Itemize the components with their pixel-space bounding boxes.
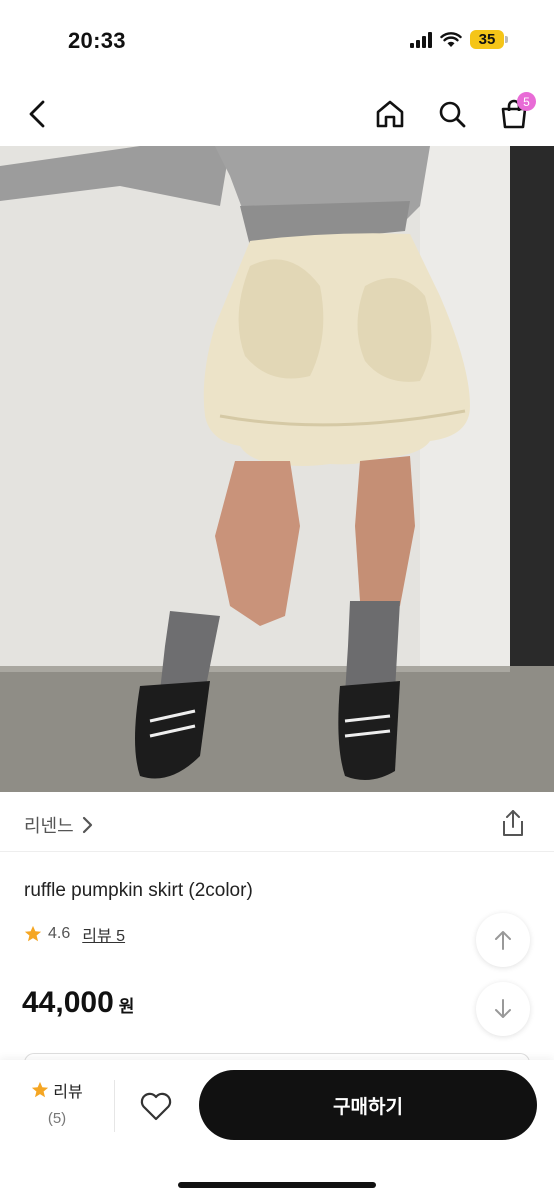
price-value: 44,000 [22, 986, 114, 1019]
bottom-review-count: (5) [47, 1110, 67, 1127]
rating-row: 4.6 리뷰 5 [24, 922, 125, 946]
signal-icon [410, 31, 432, 48]
bottom-review-button[interactable]: 리뷰 (5) [24, 1078, 90, 1134]
brand-link[interactable]: 리넨느 [24, 812, 94, 838]
arrow-up-icon [495, 931, 511, 950]
rating-value: 4.6 [48, 925, 71, 942]
product-photo [0, 146, 554, 792]
product-image[interactable] [0, 146, 554, 792]
cart-count-badge: 5 [517, 92, 536, 111]
share-button[interactable] [498, 808, 528, 838]
scroll-up-button[interactable] [476, 913, 530, 967]
product-title: ruffle pumpkin skirt (2color) [24, 880, 253, 901]
brand-row: 리넨느 [0, 796, 554, 852]
home-indicator [178, 1182, 376, 1188]
heart-icon [140, 1092, 172, 1121]
review-link[interactable]: 리뷰 5 [82, 922, 125, 946]
status-time: 20:33 [68, 28, 126, 53]
star-icon [24, 925, 42, 942]
home-button[interactable] [370, 94, 410, 134]
arrow-down-icon [495, 999, 511, 1018]
bottom-review-label: 리뷰 [53, 1084, 83, 1101]
chevron-left-icon [29, 100, 45, 128]
search-icon [439, 101, 466, 128]
star-icon [32, 1081, 49, 1098]
home-icon [376, 100, 404, 128]
status-icons: 35 [410, 30, 508, 49]
scroll-down-button[interactable] [476, 982, 530, 1036]
search-button[interactable] [432, 94, 472, 134]
bottom-action-bar: 리뷰 (5) 구매하기 [0, 1060, 554, 1200]
share-icon [503, 810, 523, 836]
battery-level: 35 [470, 30, 504, 49]
back-button[interactable] [18, 94, 58, 134]
wifi-icon [440, 31, 462, 47]
brand-name: 리넨느 [24, 816, 74, 836]
price-row: 44,000 원 [22, 986, 134, 1020]
cart-button[interactable]: 5 [494, 92, 536, 134]
buy-button[interactable]: 구매하기 [199, 1070, 537, 1140]
status-bar: 20:33 35 [0, 0, 554, 80]
like-button[interactable] [134, 1084, 178, 1128]
chevron-right-icon [82, 816, 92, 834]
divider [114, 1080, 115, 1132]
price-unit: 원 [118, 997, 135, 1016]
top-nav-bar: 5 [0, 80, 554, 146]
battery-icon: 35 [470, 30, 508, 49]
